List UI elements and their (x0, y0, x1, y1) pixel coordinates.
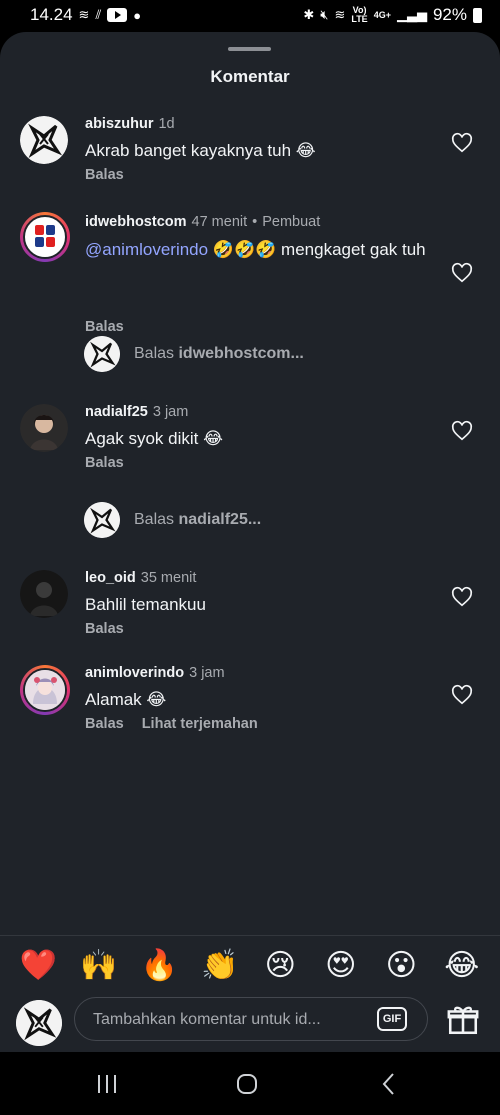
avatar-logo-icon (16, 1000, 62, 1046)
comment-username[interactable]: leo_oid (85, 570, 136, 586)
volte-label: Vo) LTE (351, 5, 368, 24)
recents-icon[interactable] (92, 1070, 122, 1098)
comment-username[interactable]: abiszuhur (85, 116, 153, 132)
signal-icon: ▁▃▅ (396, 7, 427, 22)
status-left: 14.24 ≋ ⫽ ● (30, 5, 141, 25)
emoji-surprised[interactable]: 😮 (379, 948, 423, 983)
comment-time: 47 menit (191, 214, 248, 230)
comment-text: Alamak 😂 (85, 690, 167, 709)
status-bar: 14.24 ≋ ⫽ ● ✱ 🔇︎ ≋ Vo) LTE 4G+ ▁▃▅ 92% (0, 0, 500, 32)
comment-actions: Balas (85, 621, 142, 637)
comment-header: leo_oid 35 menit (85, 570, 196, 586)
signal-wave-icon: ⫽ (95, 7, 102, 22)
comment-input-box[interactable]: GIF (74, 997, 428, 1042)
status-time: 14.24 (30, 5, 73, 24)
status-right: ✱ 🔇︎ ≋ Vo) LTE 4G+ ▁▃▅ 92% (303, 5, 482, 25)
emoji-heart[interactable]: ❤️ (16, 948, 60, 983)
my-avatar (16, 1000, 62, 1046)
comment-username[interactable]: nadialf25 (85, 404, 148, 420)
comment-actions: Balas (85, 455, 142, 471)
heart-icon[interactable] (451, 586, 473, 608)
anime-avatar-icon (25, 670, 65, 710)
comment-text: Akrab banget kayaknya tuh 😂 (85, 141, 316, 160)
comment-time: 3 jam (189, 665, 225, 681)
comment-header: idwebhostcom 47 menit • Pembuat (85, 214, 320, 230)
avatar[interactable] (20, 570, 68, 618)
reply-button[interactable]: Balas (85, 716, 124, 732)
drag-handle[interactable] (228, 47, 271, 51)
comment-time: 1d (158, 116, 175, 132)
emoji-heart-eyes[interactable]: 😍 (319, 948, 363, 983)
reply-button[interactable]: Balas (85, 319, 124, 335)
avatar-image (23, 215, 67, 259)
avatar-logo-icon (20, 116, 68, 164)
comment-actions: Balas (85, 319, 142, 335)
comment-time: 3 jam (152, 404, 189, 420)
emoji-crying[interactable]: 😢 (258, 948, 302, 983)
dot-icon: ● (133, 7, 142, 23)
home-icon[interactable] (232, 1070, 262, 1098)
view-replies-text[interactable]: Balas nadialf25... (134, 511, 261, 529)
emoji-quick-bar: ❤️ 🙌 🔥 👏 😢 😍 😮 😂 (0, 935, 500, 995)
heart-icon[interactable] (451, 420, 473, 442)
comment-body: 🤣🤣🤣 mengkaget gak tuh (208, 240, 426, 259)
youtube-icon (107, 8, 128, 22)
view-replies-row[interactable]: Balas nadialf25... (84, 502, 261, 538)
bluetooth-icon: ✱ (303, 7, 315, 22)
comment-text: Agak syok dikit 😂 (85, 429, 223, 448)
idwebhost-logo-icon (35, 225, 55, 247)
comment-header: nadialf25 3 jam (85, 404, 188, 420)
avatar[interactable] (20, 404, 68, 452)
battery-icon (473, 7, 482, 23)
comment-header: abiszuhur 1d (85, 116, 175, 132)
avatar[interactable] (20, 665, 70, 715)
creator-badge: Pembuat (262, 214, 321, 230)
view-replies-text[interactable]: Balas idwebhostcom... (134, 345, 304, 363)
sheet-title: Komentar (210, 67, 290, 86)
comment-text: @animloverindo 🤣🤣🤣 mengkaget gak tuh (85, 239, 430, 260)
back-icon[interactable] (374, 1070, 404, 1098)
comment-composer: GIF (0, 995, 500, 1052)
reply-avatar (84, 502, 120, 538)
avatar-logo-icon (84, 336, 120, 372)
separator-dot: • (252, 214, 258, 230)
mute-icon: 🔇︎ (320, 7, 329, 22)
comment-input[interactable] (91, 998, 365, 1042)
battery-percent: 92% (432, 5, 467, 24)
heart-icon[interactable] (451, 132, 473, 154)
heart-icon[interactable] (451, 684, 473, 706)
reply-avatar (84, 336, 120, 372)
heart-icon[interactable] (451, 262, 473, 284)
avatar[interactable] (20, 212, 70, 262)
see-translation-button[interactable]: Lihat terjemahan (142, 716, 258, 732)
reply-button[interactable]: Balas (85, 455, 124, 471)
gif-button[interactable]: GIF (377, 1007, 407, 1031)
wifi-call-icon: ≋ (78, 7, 90, 22)
comment-username[interactable]: animloverindo (85, 665, 184, 681)
mention-link[interactable]: @animloverindo (85, 240, 208, 259)
emoji-clap[interactable]: 👏 (198, 948, 242, 983)
comment-actions: Balas (85, 167, 142, 183)
comment-header: animloverindo 3 jam (85, 665, 225, 681)
comment-username[interactable]: idwebhostcom (85, 214, 187, 230)
avatar-logo-icon (84, 502, 120, 538)
avatar-image (23, 668, 67, 712)
system-nav-bar (0, 1052, 500, 1115)
emoji-raised-hands[interactable]: 🙌 (77, 948, 121, 983)
comment-actions: Balas Lihat terjemahan (85, 716, 276, 732)
comments-sheet: Komentar abiszuhur 1d Akrab banget kayakn… (0, 32, 500, 1052)
emoji-laughing[interactable]: 😂 (440, 948, 484, 983)
wifi-icon: ≋ (334, 7, 346, 22)
reply-button[interactable]: Balas (85, 167, 124, 183)
view-replies-row[interactable]: Balas idwebhostcom... (84, 336, 304, 372)
gift-icon[interactable] (446, 1003, 480, 1037)
comment-text: Bahlil temankuu (85, 595, 206, 614)
comment-time: 35 menit (140, 570, 197, 586)
network-label: 4G+ (373, 9, 391, 20)
emoji-fire[interactable]: 🔥 (137, 948, 181, 983)
reply-button[interactable]: Balas (85, 621, 124, 637)
avatar-photo-icon (20, 570, 68, 618)
avatar[interactable] (20, 116, 68, 164)
avatar-photo-icon (20, 404, 68, 452)
